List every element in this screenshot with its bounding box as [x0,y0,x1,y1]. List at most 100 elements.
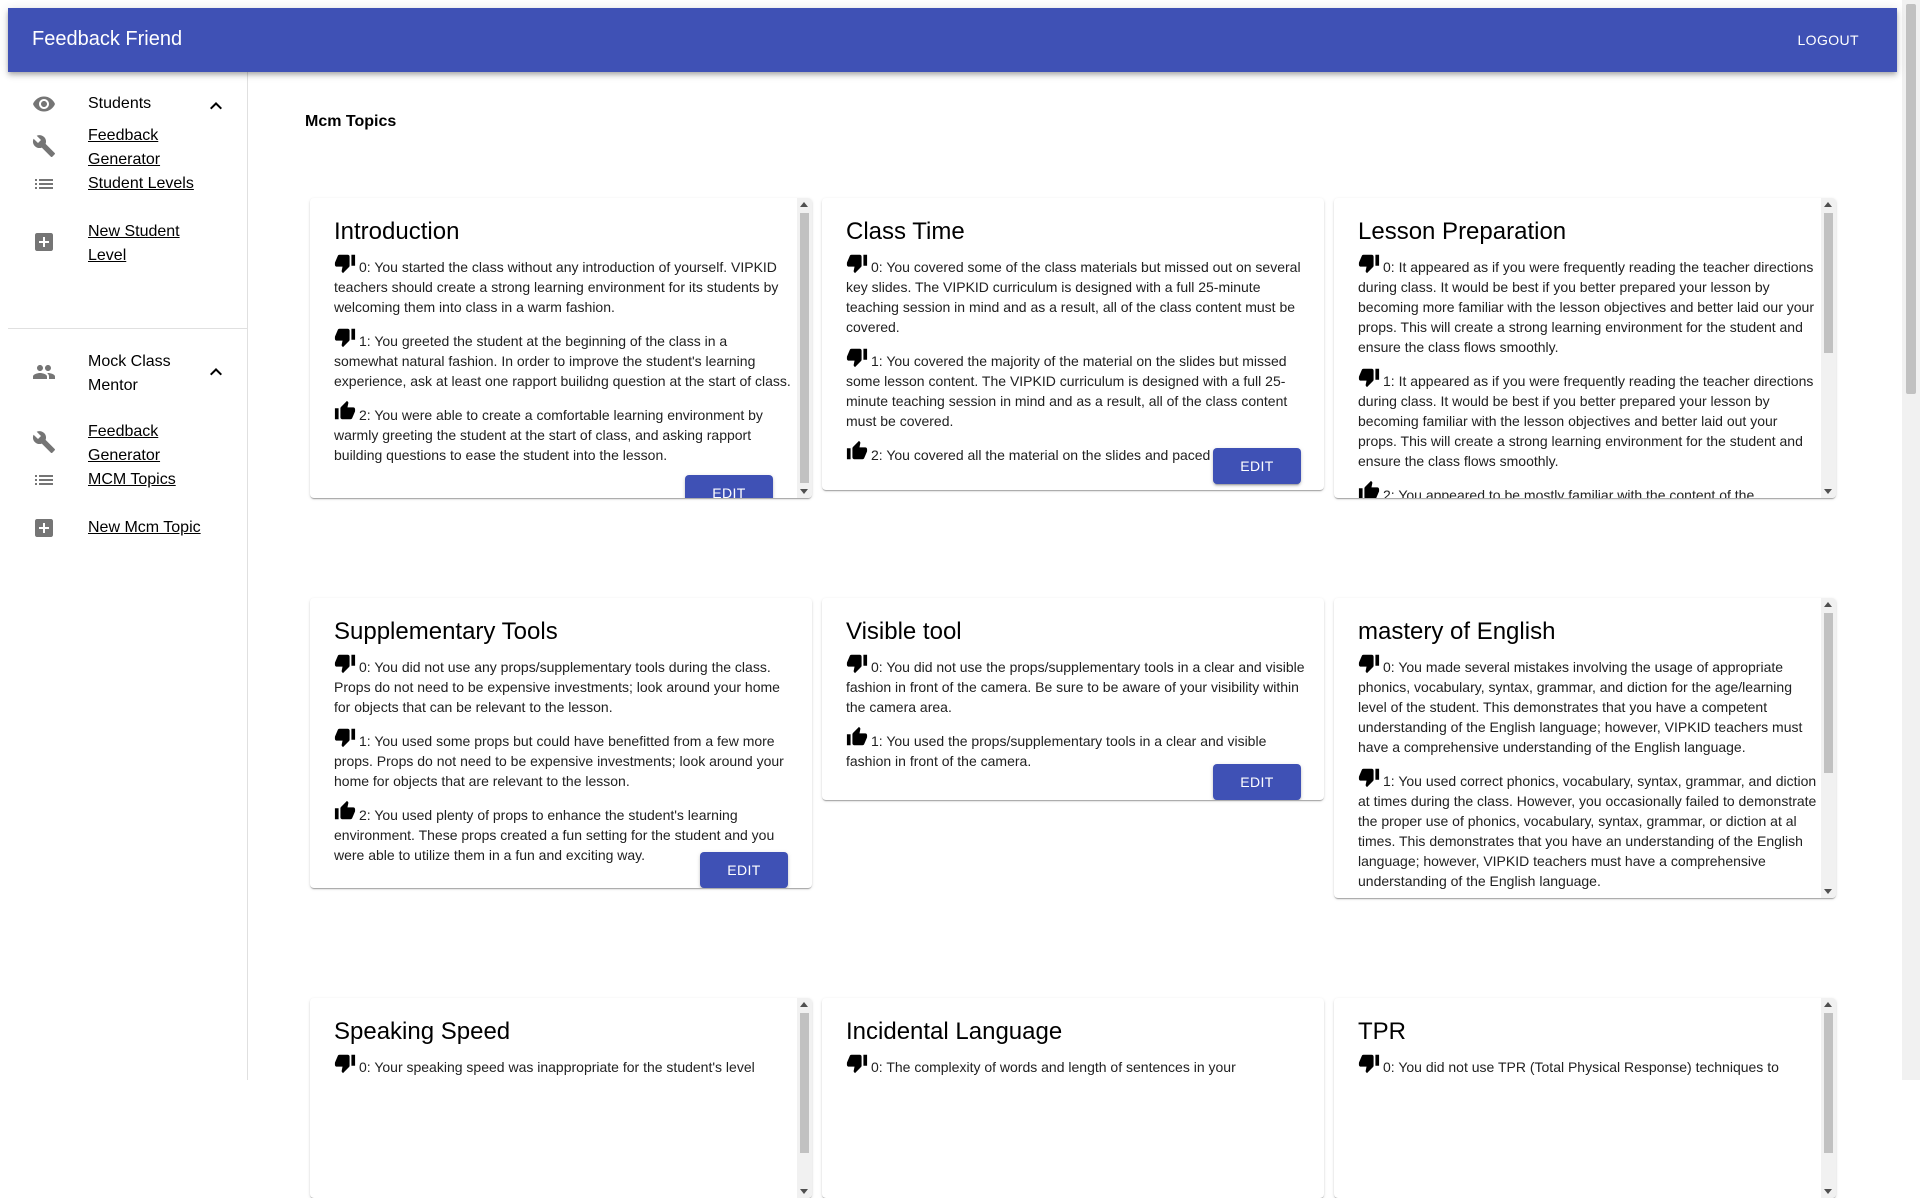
rubric-entry-text: 0: You did not use TPR (Total Physical R… [1383,1059,1779,1075]
logout-button[interactable]: LOGOUT [1797,32,1859,48]
wrench-icon [32,135,55,157]
rubric-entry: 1: You used some props but could have be… [334,726,794,791]
people-icon [32,360,56,384]
rubric-entry-text: 1: You used correct phonics, vocabulary,… [1358,773,1817,889]
card-scrollbar[interactable] [797,198,812,498]
card-scrollbar[interactable] [797,998,812,1198]
thumb-down-icon [1358,768,1380,788]
thumb-down-icon [846,654,868,674]
thumb-down-icon [846,254,868,274]
thumb-down-icon [1358,654,1380,674]
scroll-down-arrow-icon[interactable] [800,1189,808,1194]
scroll-up-arrow-icon[interactable] [1824,602,1832,607]
rubric-entry-text: 1: It appeared as if you were frequently… [1358,373,1814,469]
list-icon [32,172,56,196]
scroll-up-arrow-icon[interactable] [1824,202,1832,207]
sidebar: Students Feedback Generator Student Levels… [8,72,248,1080]
topic-card-content: Introduction 0: You started the class wit… [334,216,794,474]
rubric-entry-text: 2: You were able to create a comfortable… [334,407,763,463]
rubric-entry-text: 0: The complexity of words and length of… [871,1059,1236,1075]
scroll-down-arrow-icon[interactable] [1824,1189,1832,1194]
page-scrollbar-thumb[interactable] [1906,4,1916,394]
scroll-down-arrow-icon[interactable] [800,489,808,494]
thumb-up-icon [846,440,868,460]
rubric-entry: 0: You did not use TPR (Total Physical R… [1358,1052,1818,1077]
thumb-down-icon [334,1054,356,1074]
sidebar-item-label[interactable]: Feedback Generator [88,420,208,468]
sidebar-item-label[interactable]: New Student Level [88,220,208,268]
scroll-down-arrow-icon[interactable] [1824,889,1832,894]
list-icon [32,468,56,492]
topic-card: Incidental Language 0: The complexity of … [822,998,1324,1198]
card-scrollbar-thumb[interactable] [800,213,809,483]
chevron-up-icon[interactable] [204,94,228,118]
add-box-icon [32,516,56,540]
topic-title: Introduction [334,218,460,245]
app-title: Feedback Friend [32,28,183,50]
topic-card-content: mastery of English 0: You made several mi… [1358,616,1818,898]
eye-icon [32,92,56,116]
rubric-entry: 0: Your speaking speed was inappropriate… [334,1052,794,1077]
thumb-up-icon [334,800,356,820]
topic-title: TPR [1358,1018,1406,1045]
people-icon [33,365,55,379]
rubric-entry-text: 1: You greeted the student at the beginn… [334,333,791,389]
sidebar-item-label[interactable]: New Mcm Topic [88,516,208,540]
topic-card: Introduction 0: You started the class wit… [310,198,812,498]
rubric-entry-text: 0: You did not use the props/supplementa… [846,659,1305,715]
edit-button[interactable]: EDIT [1213,448,1301,484]
card-scrollbar[interactable] [1821,998,1836,1198]
edit-button[interactable]: EDIT [1213,764,1301,800]
card-scrollbar-thumb[interactable] [1824,213,1833,353]
thumb-down-icon [846,1054,868,1074]
sidebar-section-label: Mock Class Mentor [88,353,171,394]
rubric-entry: 0: You started the class without any int… [334,252,794,317]
card-scrollbar-thumb[interactable] [1824,613,1833,773]
scroll-up-arrow-icon[interactable] [800,1002,808,1007]
thumb-down-icon [1358,254,1380,274]
rubric-entry: 1: It appeared as if you were frequently… [1358,366,1818,471]
edit-button[interactable]: EDIT [685,475,773,498]
rubric-entry: 1: You used correct phonics, vocabulary,… [1358,766,1818,891]
eye-icon [33,96,55,112]
topic-card: Lesson Preparation 0: It appeared as if y… [1334,198,1836,498]
topic-card: Supplementary Tools 0: You did not use an… [310,598,812,888]
topic-title: Supplementary Tools [334,618,558,645]
sidebar-item-label[interactable]: MCM Topics [88,468,208,492]
rubric-entry-text: 0: You made several mistakes involving t… [1358,659,1803,755]
rubric-entry: 0: You made several mistakes involving t… [1358,652,1818,757]
rubric-entry-text: 2: You appeared to be mostly familiar wi… [1383,487,1755,498]
rubric-entry-text: 0: You covered some of the class materia… [846,259,1301,335]
rubric-entry: 1: You covered the majority of the mater… [846,346,1306,431]
scroll-down-arrow-icon[interactable] [1824,489,1832,494]
thumb-up-icon [846,726,868,746]
topic-card-content: Visible tool 0: You did not use the props… [846,616,1306,780]
wrench-icon [32,431,55,453]
rubric-entry: 2: You were able to create a comfortable… [334,400,794,465]
thumb-up-icon [1358,480,1380,498]
rubric-entry-text: 0: You did not use any props/supplementa… [334,659,780,715]
card-scrollbar-thumb[interactable] [1824,1013,1833,1153]
thumb-down-icon [334,254,356,274]
topic-title: Class Time [846,218,965,245]
card-scrollbar[interactable] [1821,598,1836,898]
wrench-icon [32,134,56,158]
app-bar: Feedback Friend LOGOUT [8,8,1897,72]
page-scrollbar[interactable] [1902,0,1920,1080]
thumb-down-icon [334,328,356,348]
card-scrollbar[interactable] [1821,198,1836,498]
thumb-down-icon [334,728,356,748]
card-scrollbar-thumb[interactable] [800,1013,809,1153]
scroll-up-arrow-icon[interactable] [1824,1002,1832,1007]
scroll-up-arrow-icon[interactable] [800,202,808,207]
topic-title: Speaking Speed [334,1018,511,1045]
sidebar-item-label[interactable]: Student Levels [88,172,208,196]
add-box-icon [35,519,53,537]
rubric-entry-text: 1: You used some props but could have be… [334,733,784,789]
topic-title: mastery of English [1358,618,1556,645]
topic-title: Lesson Preparation [1358,218,1567,245]
edit-button[interactable]: EDIT [700,852,788,888]
sidebar-item-label[interactable]: Feedback Generator [88,124,208,172]
thumb-down-icon [334,654,356,674]
chevron-up-icon[interactable] [204,360,228,384]
